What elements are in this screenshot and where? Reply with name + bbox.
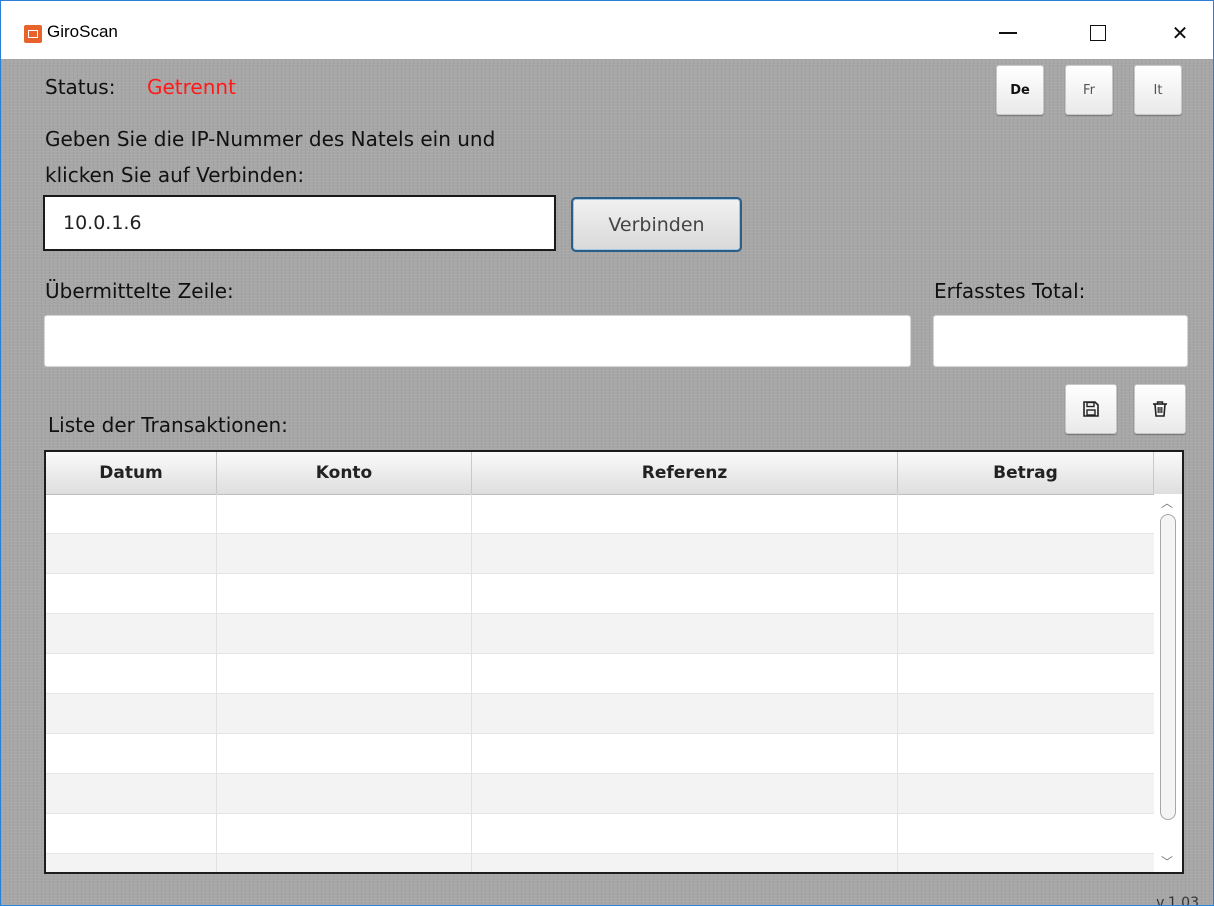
title-bar: GiroScan ✕ <box>1 1 1213 59</box>
save-icon <box>1083 401 1099 417</box>
maximize-button[interactable] <box>1075 13 1121 53</box>
instruction-line-1: Geben Sie die IP-Nummer des Natels ein u… <box>45 127 496 151</box>
captured-total-label: Erfasstes Total: <box>934 279 1086 303</box>
table-row <box>46 854 1154 872</box>
window-title: GiroScan <box>47 22 118 41</box>
status-label: Status: <box>45 75 116 99</box>
maximize-icon <box>1090 25 1106 41</box>
table-row <box>46 494 1154 534</box>
table-row <box>46 534 1154 574</box>
column-header-konto[interactable]: Konto <box>217 452 472 494</box>
table-row <box>46 614 1154 654</box>
table-row <box>46 774 1154 814</box>
table-scrollbar[interactable]: ︿ ﹀ <box>1154 494 1182 872</box>
minimize-icon <box>999 32 1017 34</box>
app-icon <box>24 25 42 43</box>
column-header-referenz[interactable]: Referenz <box>472 452 898 494</box>
table-row <box>46 814 1154 854</box>
column-divider <box>471 494 472 872</box>
transactions-table: Datum Konto Referenz Betrag ︿ ﹀ <box>44 450 1184 874</box>
main-panel: Status: Getrennt De Fr It Geben Sie die … <box>1 59 1213 905</box>
connect-button[interactable]: Verbinden <box>571 197 742 252</box>
transmitted-line-field[interactable] <box>44 315 911 367</box>
lang-button-fr[interactable]: Fr <box>1065 65 1113 115</box>
ip-address-input[interactable]: 10.0.1.6 <box>43 195 556 251</box>
captured-total-field[interactable] <box>933 315 1188 367</box>
table-header: Datum Konto Referenz Betrag <box>46 452 1182 495</box>
table-row <box>46 574 1154 614</box>
table-row <box>46 734 1154 774</box>
trash-icon <box>1153 401 1167 417</box>
scroll-up-icon[interactable]: ︿ <box>1161 494 1173 511</box>
table-row <box>46 654 1154 694</box>
column-divider <box>216 494 217 872</box>
column-header-filler <box>1154 452 1182 494</box>
lang-button-it[interactable]: It <box>1134 65 1182 115</box>
close-icon: ✕ <box>1171 21 1189 45</box>
table-row <box>46 694 1154 734</box>
scroll-thumb[interactable] <box>1160 514 1176 820</box>
instruction-line-2: klicken Sie auf Verbinden: <box>45 163 305 187</box>
column-header-betrag[interactable]: Betrag <box>898 452 1154 494</box>
column-divider <box>897 494 898 872</box>
delete-button[interactable] <box>1134 384 1186 434</box>
save-button[interactable] <box>1065 384 1117 434</box>
status-value: Getrennt <box>147 75 236 99</box>
close-button[interactable]: ✕ <box>1157 13 1203 53</box>
version-label: v.1.03 <box>1156 895 1199 906</box>
scroll-down-icon[interactable]: ﹀ <box>1161 853 1173 870</box>
transactions-label: Liste der Transaktionen: <box>48 413 288 437</box>
lang-button-de[interactable]: De <box>996 65 1044 115</box>
transmitted-line-label: Übermittelte Zeile: <box>45 279 234 303</box>
app-window: GiroScan ✕ Status: Getrennt De Fr It Geb… <box>0 0 1214 906</box>
minimize-button[interactable] <box>985 13 1031 53</box>
column-header-datum[interactable]: Datum <box>46 452 217 494</box>
